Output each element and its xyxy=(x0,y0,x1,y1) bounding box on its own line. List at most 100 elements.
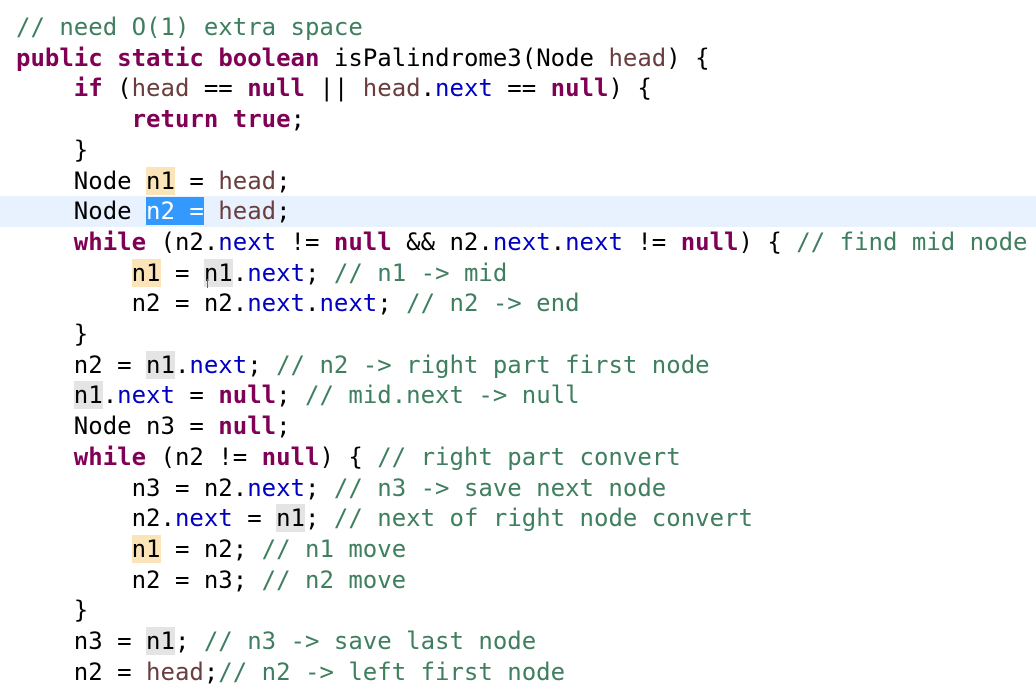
field-token: next xyxy=(247,473,305,502)
field-token: next xyxy=(247,289,305,318)
variable-occurrence-highlight: n1 xyxy=(131,534,161,563)
code-token: Node n3 = xyxy=(16,412,219,441)
field-token: next xyxy=(117,381,175,410)
code-line[interactable]: n1.next = null; // mid.next -> null xyxy=(0,380,1036,411)
variable-read-highlight: n1 xyxy=(146,350,175,379)
code-line[interactable]: n2.next = n1; // next of right node conv… xyxy=(0,503,1036,534)
code-line[interactable]: n1 = n1.next; // n1 -> mid xyxy=(0,258,1036,289)
code-token: } xyxy=(16,596,89,625)
code-token: isPalindrome3(Node xyxy=(319,43,609,72)
code-line[interactable]: // need O(1) extra space xyxy=(0,12,1036,43)
code-token: ; xyxy=(290,105,305,134)
code-token: ( xyxy=(102,74,132,103)
code-token: . xyxy=(174,350,190,379)
code-token: (n2 != xyxy=(146,442,262,471)
code-line[interactable]: } xyxy=(0,595,1036,626)
field-token: next xyxy=(218,227,277,256)
code-token: && n2. xyxy=(391,227,493,256)
keyword-token: null xyxy=(680,227,739,256)
code-token: . xyxy=(550,227,566,256)
code-token: ; xyxy=(174,627,204,655)
code-token: } xyxy=(16,135,89,164)
parameter-token: head xyxy=(146,657,204,686)
keyword-token: null xyxy=(247,74,305,103)
parameter-token: head xyxy=(218,166,277,195)
code-line[interactable]: n2 = head;// n2 -> left first node xyxy=(0,657,1036,688)
code-line[interactable]: n1 = n2; // n1 move xyxy=(0,534,1036,565)
keyword-token: null xyxy=(550,74,609,103)
keyword-token: null xyxy=(218,381,277,410)
code-token: ; xyxy=(305,504,334,533)
code-token: . xyxy=(102,381,118,410)
keyword-token: static xyxy=(117,43,204,72)
code-line[interactable]: return true; xyxy=(0,104,1036,135)
variable-read-highlight: n1 xyxy=(276,504,306,533)
code-token: == xyxy=(189,74,248,103)
variable-occurrence-highlight: n1 xyxy=(131,258,161,287)
variable-read-highlight: n1 xyxy=(146,627,175,655)
code-token: == xyxy=(492,74,551,103)
mouse-text-cursor xyxy=(207,279,208,288)
code-token: != xyxy=(622,227,681,256)
code-token: n2 = xyxy=(16,657,147,686)
code-token: ) { xyxy=(738,227,797,256)
field-token: next xyxy=(174,504,233,533)
parameter-token: head xyxy=(218,197,277,226)
code-line[interactable]: n3 = n2.next; // n3 -> save next node xyxy=(0,473,1036,504)
field-token: next xyxy=(492,227,551,256)
code-token: ; xyxy=(304,473,334,502)
parameter-token: head xyxy=(608,43,667,72)
keyword-token: boolean xyxy=(218,43,320,72)
code-line[interactable]: n2 = n1.next; // n2 -> right part first … xyxy=(0,350,1036,381)
field-token: next xyxy=(247,258,306,287)
current-code-line[interactable]: Node n2 = head; xyxy=(0,196,1036,227)
code-token: . xyxy=(232,258,248,287)
code-line[interactable]: public static boolean isPalindrome3(Node… xyxy=(0,43,1036,74)
code-token: n3 = xyxy=(16,627,147,655)
code-line[interactable]: n2 = n3; // n2 move xyxy=(0,565,1036,596)
code-line[interactable]: Node n3 = null; xyxy=(0,411,1036,442)
comment-token: // n2 -> left first node xyxy=(218,657,566,686)
field-token: next xyxy=(435,74,493,103)
code-line[interactable]: n3 = n1; // n3 -> save last node xyxy=(0,626,1036,657)
keyword-token: null xyxy=(333,227,392,256)
code-token: = n2; xyxy=(160,534,262,563)
code-token: . xyxy=(420,74,436,103)
comment-token: // n3 -> save last node xyxy=(203,627,537,655)
code-token: n2 = xyxy=(16,350,147,379)
code-editor[interactable]: // need O(1) extra space public static bo… xyxy=(0,0,1036,688)
code-token: Node xyxy=(16,166,147,195)
comment-token: // n1 -> mid xyxy=(333,258,508,287)
code-token: (n2. xyxy=(146,227,219,256)
comment-token: // next of right node convert xyxy=(333,504,753,533)
code-token: = xyxy=(160,258,204,287)
parameter-token: head xyxy=(362,74,421,103)
code-token: || xyxy=(305,74,363,103)
code-line[interactable]: n2 = n2.next.next; // n2 -> end xyxy=(0,288,1036,319)
comment-token: // n2 -> end xyxy=(406,289,580,318)
code-line[interactable]: Node n1 = head; xyxy=(0,166,1036,197)
variable-read-highlight: n1 xyxy=(203,258,233,287)
keyword-token: while xyxy=(73,442,147,471)
code-line[interactable]: while (n2 != null) { // right part conve… xyxy=(0,442,1036,473)
code-token: ; xyxy=(305,258,334,287)
code-token: Node xyxy=(16,197,147,226)
code-line[interactable]: if (head == null || head.next == null) { xyxy=(0,73,1036,104)
code-line[interactable]: } xyxy=(0,319,1036,350)
code-token: = xyxy=(174,381,219,410)
field-token: next xyxy=(189,350,248,379)
code-token: ; xyxy=(276,381,306,410)
variable-read-highlight: n1 xyxy=(73,381,103,410)
code-line[interactable]: } xyxy=(0,135,1036,166)
code-token: ) { xyxy=(608,74,652,103)
code-line[interactable]: while (n2.next != null && n2.next.next !… xyxy=(0,227,1036,258)
keyword-token: return xyxy=(131,105,219,134)
